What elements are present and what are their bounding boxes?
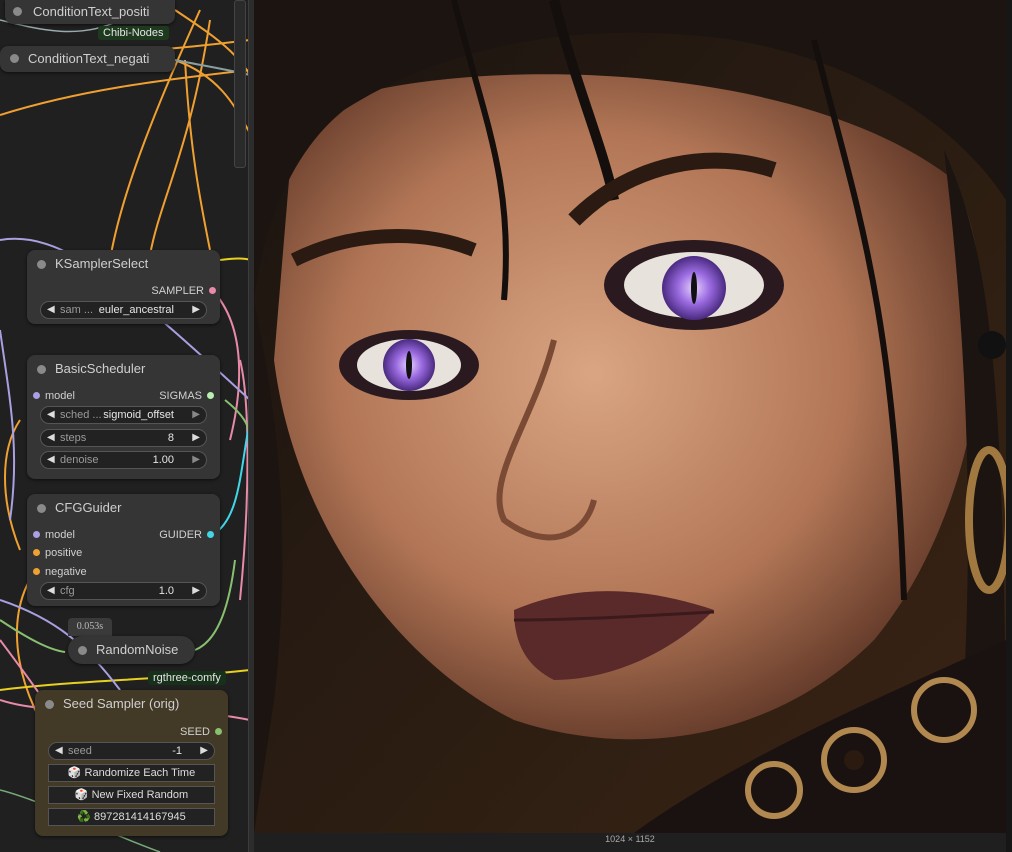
increment-arrow-icon[interactable]: ▶	[192, 452, 200, 468]
input-model[interactable]: model	[33, 389, 75, 403]
execution-time-badge: 0.053s	[68, 618, 112, 636]
node-title: ConditionText_negati	[28, 51, 150, 66]
input-positive[interactable]: positive	[33, 546, 82, 560]
seed-sampler-node[interactable]: Seed Sampler (orig) SEED ◀ seed -1 ▶ 🎲 R…	[35, 690, 228, 836]
increment-arrow-icon[interactable]: ▶	[192, 430, 200, 446]
input-dot[interactable]	[33, 549, 40, 556]
decrement-arrow-icon[interactable]: ◀	[47, 302, 55, 318]
node-title: ConditionText_positi	[33, 4, 150, 19]
output-sampler[interactable]: SAMPLER	[151, 284, 216, 298]
output-dot[interactable]	[215, 728, 222, 735]
scheduler-widget[interactable]: ◀ sched ... sigmoid_offset ▶	[40, 406, 207, 424]
node-title: BasicScheduler	[55, 361, 146, 376]
denoise-widget[interactable]: ◀ denoise 1.00 ▶	[40, 451, 207, 469]
rgthree-comfy-badge: rgthree-comfy	[148, 671, 226, 685]
image-preview[interactable]	[254, 0, 1006, 833]
input-dot[interactable]	[33, 392, 40, 399]
seed-widget[interactable]: ◀ seed -1 ▶	[48, 742, 215, 760]
node-graph-canvas[interactable]: ConditionText_positi Chibi-Nodes Conditi…	[0, 0, 250, 852]
node-title: RandomNoise	[96, 642, 179, 657]
input-dot[interactable]	[33, 531, 40, 538]
condition-text-negative-node[interactable]: ConditionText_negati	[0, 46, 175, 72]
input-dot[interactable]	[33, 568, 40, 575]
randomize-each-time-button[interactable]: 🎲 Randomize Each Time	[48, 764, 215, 782]
increment-arrow-icon[interactable]: ▶	[192, 302, 200, 318]
decrement-arrow-icon[interactable]: ◀	[47, 430, 55, 446]
portrait-image	[254, 0, 1006, 833]
node-title: Seed Sampler (orig)	[63, 696, 180, 711]
steps-widget[interactable]: ◀ steps 8 ▶	[40, 429, 207, 447]
decrement-arrow-icon[interactable]: ◀	[55, 743, 63, 759]
increment-arrow-icon[interactable]: ▶	[192, 583, 200, 599]
increment-arrow-icon[interactable]: ▶	[200, 743, 208, 759]
output-sigmas[interactable]: SIGMAS	[159, 389, 214, 403]
side-panel-scrollbar[interactable]	[234, 0, 246, 168]
basic-scheduler-node[interactable]: BasicScheduler model SIGMAS ◀ sched ... …	[27, 355, 220, 479]
decrement-arrow-icon[interactable]: ◀	[47, 452, 55, 468]
random-noise-node[interactable]: RandomNoise	[68, 636, 195, 664]
output-guider[interactable]: GUIDER	[159, 528, 214, 542]
condition-text-positive-node[interactable]: ConditionText_positi	[5, 0, 175, 24]
input-model[interactable]: model	[33, 528, 75, 542]
decrement-arrow-icon[interactable]: ◀	[47, 583, 55, 599]
ksampler-select-node[interactable]: KSamplerSelect SAMPLER ◀ sam ... euler_a…	[27, 250, 220, 324]
input-negative[interactable]: negative	[33, 565, 87, 579]
cfg-widget[interactable]: ◀ cfg 1.0 ▶	[40, 582, 207, 600]
output-dot[interactable]	[209, 287, 216, 294]
output-dot[interactable]	[207, 531, 214, 538]
node-title: CFGGuider	[55, 500, 122, 515]
node-title: KSamplerSelect	[55, 256, 149, 271]
image-size-label: 1024 × 1152	[254, 833, 1006, 852]
new-fixed-random-button[interactable]: 🎲 New Fixed Random	[48, 786, 215, 804]
cfg-guider-node[interactable]: CFGGuider model positive negative GUIDER…	[27, 494, 220, 606]
last-seed-button[interactable]: ♻️ 897281414167945	[48, 808, 215, 826]
sampler-name-widget[interactable]: ◀ sam ... euler_ancestral ▶	[40, 301, 207, 319]
output-dot[interactable]	[207, 392, 214, 399]
increment-arrow-icon[interactable]: ▶	[192, 407, 200, 423]
decrement-arrow-icon[interactable]: ◀	[47, 407, 55, 423]
chibi-nodes-badge: Chibi-Nodes	[98, 26, 169, 40]
right-edge-strip	[1006, 0, 1012, 852]
output-seed[interactable]: SEED	[180, 725, 222, 739]
